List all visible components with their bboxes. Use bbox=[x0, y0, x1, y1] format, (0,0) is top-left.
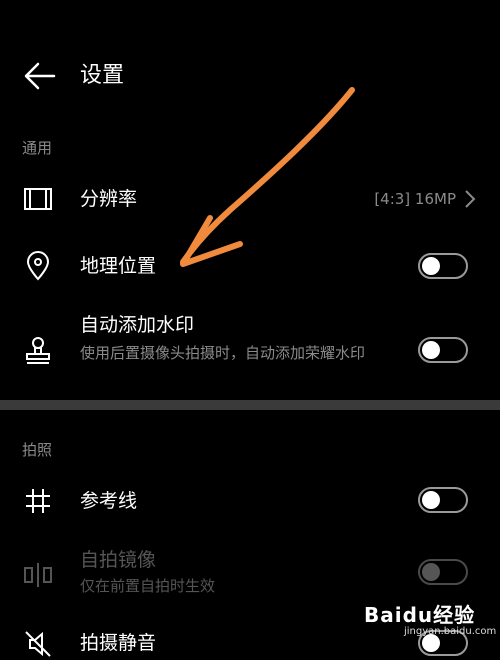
setting-title: 分辨率 bbox=[80, 188, 138, 210]
setting-mirror: 自拍镜像 仅在前置自拍时生效 bbox=[0, 545, 500, 605]
toggle-knob bbox=[422, 257, 440, 275]
setting-location[interactable]: 地理位置 bbox=[0, 240, 500, 292]
logo-brand: Baidu经验 bbox=[364, 603, 476, 627]
setting-subtitle: 仅在前置自拍时生效 bbox=[80, 577, 216, 595]
watermark-toggle[interactable] bbox=[418, 337, 468, 363]
toggle-knob bbox=[422, 341, 440, 359]
section-label-photo: 拍照 bbox=[22, 441, 53, 459]
setting-resolution[interactable]: 分辨率 [4:3] 16MP bbox=[0, 175, 500, 223]
mute-icon bbox=[25, 631, 51, 657]
back-arrow-icon[interactable] bbox=[22, 58, 58, 94]
setting-title: 地理位置 bbox=[80, 255, 157, 277]
mirror-icon bbox=[24, 563, 52, 587]
mirror-toggle bbox=[418, 559, 468, 585]
setting-grid[interactable]: 参考线 bbox=[0, 475, 500, 527]
grid-toggle[interactable] bbox=[418, 487, 468, 513]
toggle-knob bbox=[422, 491, 440, 509]
setting-title: 参考线 bbox=[80, 490, 138, 512]
setting-title: 自拍镜像 bbox=[80, 549, 157, 571]
grid-icon bbox=[26, 489, 50, 513]
setting-watermark[interactable]: 自动添加水印 使用后置摄像头拍摄时，自动添加荣耀水印 bbox=[0, 310, 500, 390]
section-label-general: 通用 bbox=[22, 139, 53, 157]
chevron-right-icon bbox=[465, 190, 476, 208]
page-title: 设置 bbox=[80, 63, 125, 88]
logo-url: jingyan.baidu.com bbox=[404, 626, 497, 637]
section-divider bbox=[0, 400, 500, 410]
resolution-value: [4:3] 16MP bbox=[374, 190, 456, 208]
app-header: 设置 bbox=[0, 0, 500, 140]
setting-subtitle: 使用后置摄像头拍摄时，自动添加荣耀水印 bbox=[80, 344, 366, 362]
location-toggle[interactable] bbox=[418, 253, 468, 279]
baidu-jingyan-logo: Baidu经验 jingyan.baidu.com bbox=[364, 599, 497, 639]
location-pin-icon bbox=[26, 251, 50, 281]
toggle-knob bbox=[422, 563, 440, 581]
stamp-icon bbox=[26, 337, 50, 364]
film-frame-icon bbox=[24, 188, 52, 210]
setting-title: 自动添加水印 bbox=[80, 314, 195, 336]
setting-title: 拍摄静音 bbox=[80, 632, 157, 654]
